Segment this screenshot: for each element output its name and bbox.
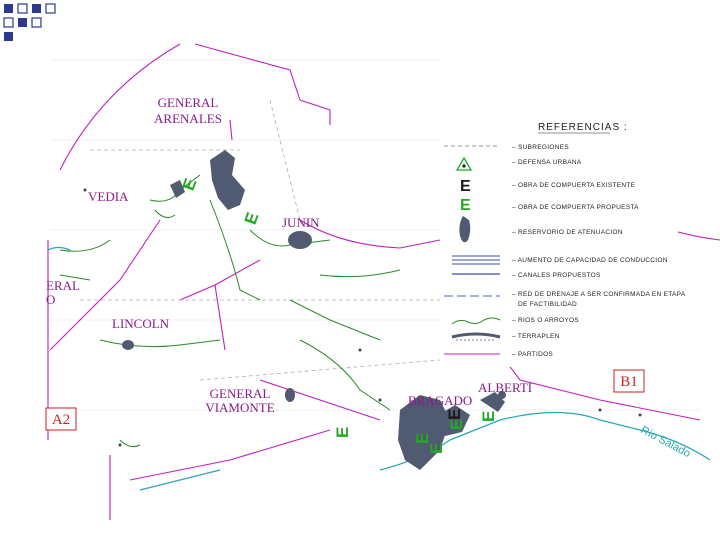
hydraulic-map[interactable]: GENERAL ARENALES VEDIA JUNIN ERAL O LINCOL… [0,0,720,540]
river [319,269,401,278]
svg-text:A2: A2 [52,412,70,428]
gate-marker: E [413,433,432,444]
legend-label: – AUMENTO DE CAPACIDAD DE CONDUCCION [512,257,668,264]
subregion-lines [80,99,441,381]
district-label-general-viamonte-line-2: VIAMONTE [205,400,274,415]
gate-marker: E [479,411,498,422]
legend-label: – RIOS O ARROYOS [512,317,579,324]
boundary-line [129,429,331,481]
place-dot [638,413,642,417]
subregion-line [199,359,441,381]
gate-marker: E [241,210,263,227]
legend-label: – SUBREGIONES [512,144,569,151]
main-river [139,469,221,491]
district-label-lincoln: LINCOLN [112,316,170,331]
legend-label: – PARTIDOS [512,351,553,358]
place-dot [598,408,602,412]
proposed-gate-icon: E [460,197,471,214]
boundary-line [519,379,701,421]
legend-label: – RESERVORIO DE ATENUACION [512,229,623,236]
river [154,209,176,219]
district-label-general-arenales-line-1: GENERAL [158,95,219,110]
river [99,339,221,348]
district-label-general-viamonte-partial-line-1: ERAL [46,278,80,293]
district-label-general-arenales: GENERAL ARENALES [154,95,222,126]
river-label-salado: Río Salado [639,424,693,460]
gate-marker: E [427,443,446,454]
district-label-general-viamonte: GENERAL VIAMONTE [205,386,274,415]
legend-label: – RED DE DRENAJE A SER CONFIRMADA EN ETA… [512,291,686,298]
river [299,339,391,411]
legend-title: REFERENCIAS : [538,122,628,133]
district-label-general-arenales-line-2: ARENALES [154,111,222,126]
urban-defense-dot [462,164,466,168]
existing-gate-marker: E [445,409,464,420]
district-label-vedia: VEDIA [88,189,129,204]
district-label-junin: JUNIN [282,215,320,230]
reservoir-cluster [210,150,245,210]
place-dot [378,398,382,402]
boundary-line [299,99,331,125]
urban-area [285,388,295,402]
district-label-general-viamonte-line-1: GENERAL [210,386,271,401]
legend-label: – OBRA DE COMPUERTA PROPUESTA [512,204,639,211]
boundary-line [194,43,301,101]
region-box-b1: B1 [613,369,645,393]
district-label-alberti: ALBERTI [478,380,532,395]
existing-gate-icon: E [460,178,471,195]
main-river [47,246,71,251]
place-dot [358,348,362,352]
district-label-general-viamonte-partial: ERAL O [46,278,80,307]
urban-area [122,340,134,350]
river [119,439,141,448]
legend-label: – OBRA DE COMPUERTA EXISTENTE [512,182,636,189]
boundary-line [259,379,381,421]
place-dot [83,188,87,192]
district-label-bragado: BRAGADO [408,393,472,408]
legend-label: – TERRAPLEN [512,333,560,340]
urban-area [288,231,312,249]
boundary-line [299,219,441,249]
boundary-line [229,119,233,141]
gate-marker: E [333,427,352,438]
svg-text:B1: B1 [620,374,638,390]
district-label-general-viamonte-partial-line-2: O [46,292,55,307]
legend: REFERENCIAS : – SUBREGIONES – DEFENSA UR… [440,112,686,367]
region-box-a2: A2 [45,407,77,431]
legend-label-continued: DE FACTIBILIDAD [518,301,577,308]
legend-label: – CANALES PROPUESTOS [512,272,601,279]
place-dot [118,443,122,447]
legend-label: – DEFENSA URBANA [512,159,582,166]
subregion-line [269,99,301,221]
